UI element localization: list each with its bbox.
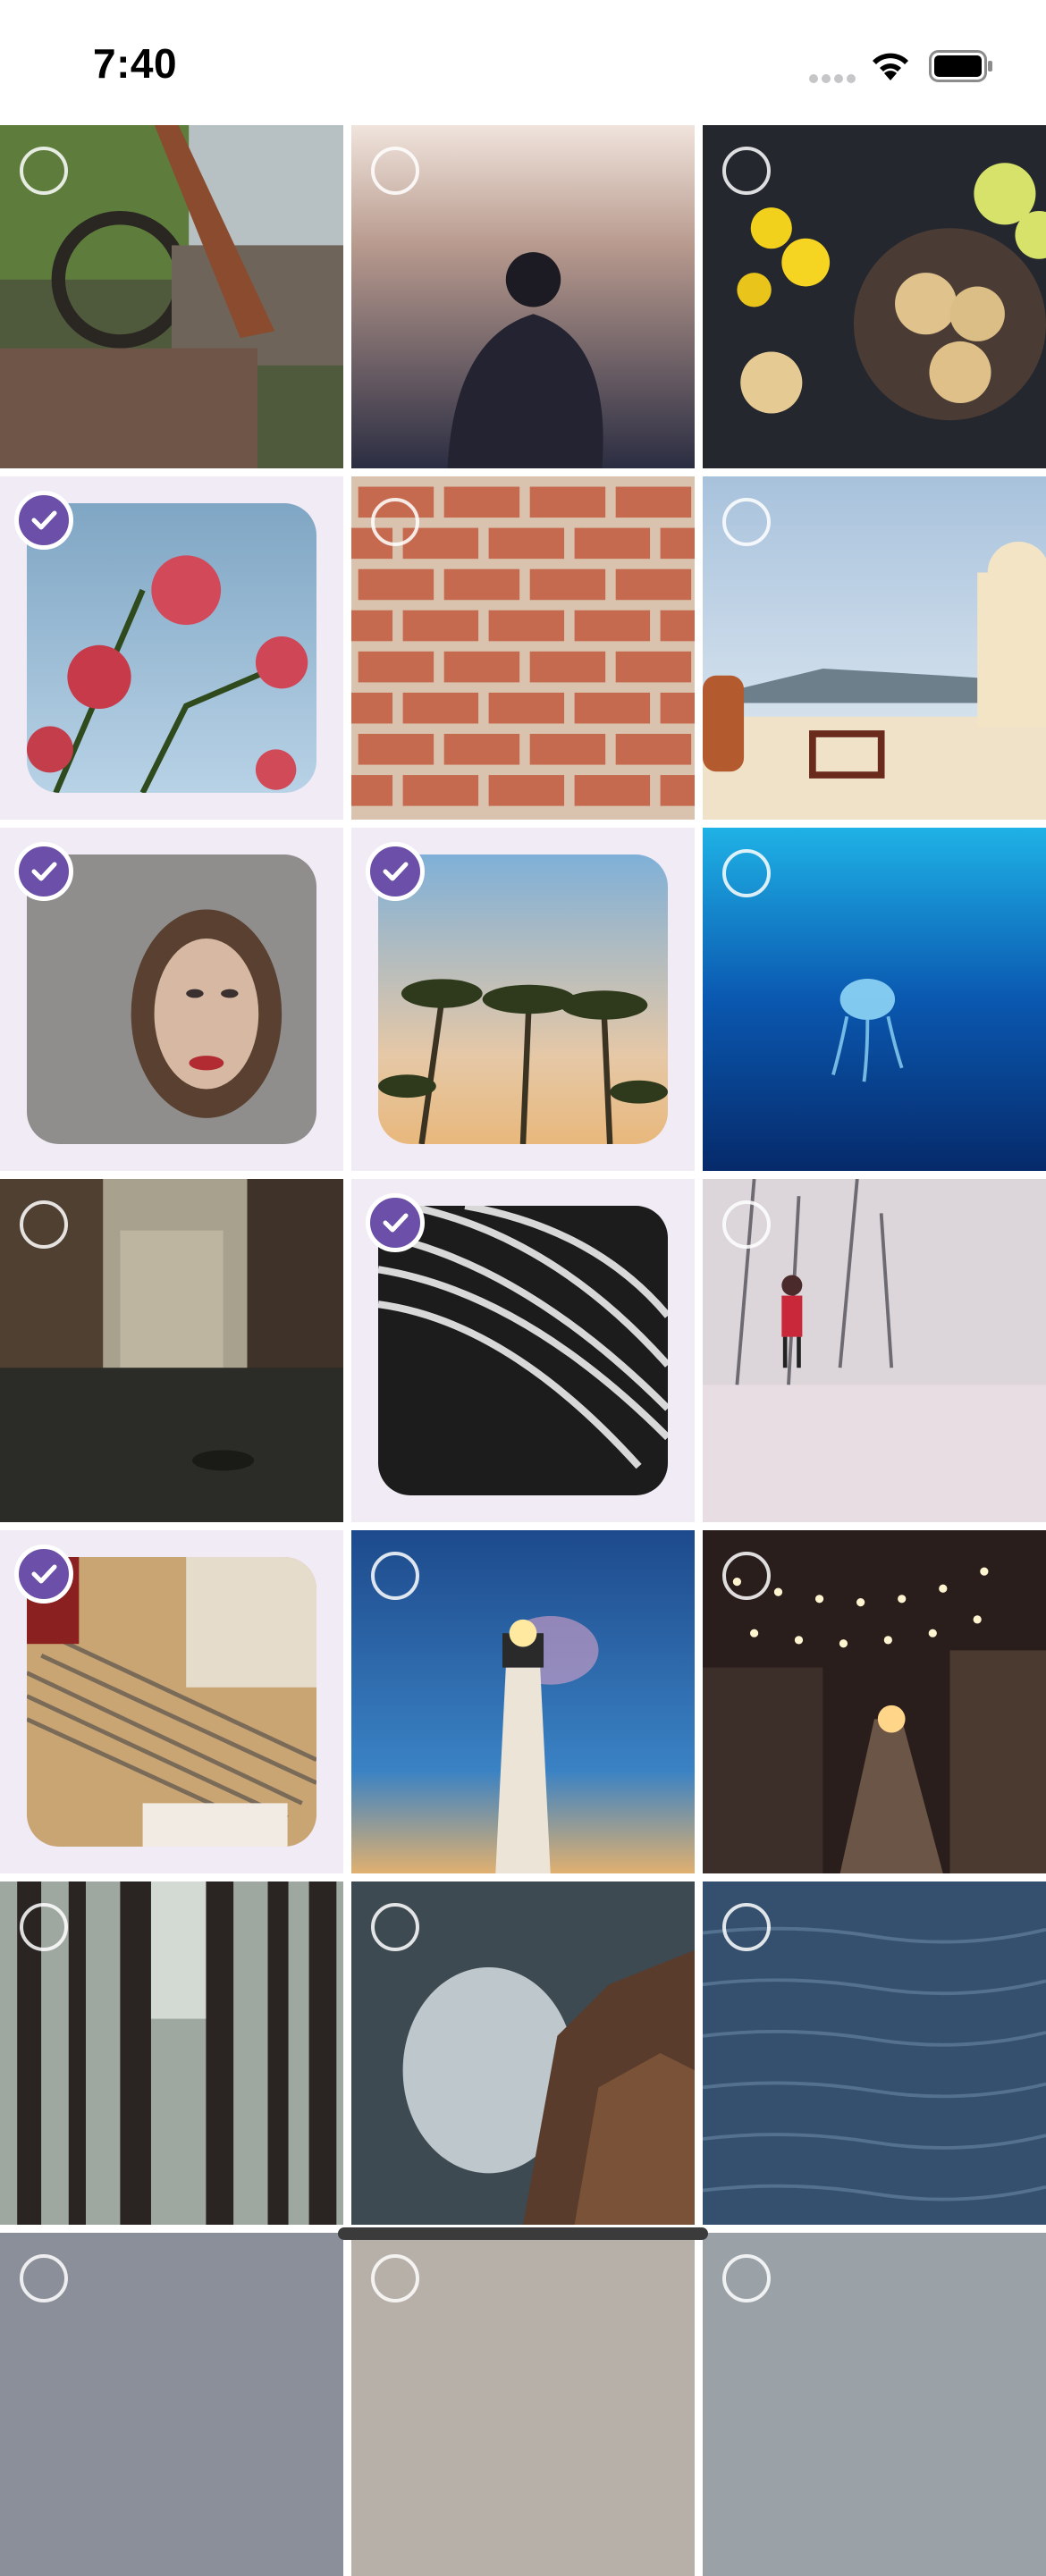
photo-cell[interactable] xyxy=(351,476,695,820)
photo-cell[interactable] xyxy=(0,1179,343,1522)
status-bar: 7:40 xyxy=(0,0,1046,125)
select-circle-icon[interactable] xyxy=(20,2254,68,2302)
select-circle-icon[interactable] xyxy=(20,1200,68,1249)
photo-cell[interactable] xyxy=(703,828,1046,1171)
select-circle-icon[interactable] xyxy=(371,147,419,195)
photo-cell[interactable] xyxy=(351,2233,695,2576)
select-circle-icon[interactable] xyxy=(20,1903,68,1951)
photo-cell[interactable] xyxy=(703,1179,1046,1522)
select-circle-icon[interactable] xyxy=(722,1200,771,1249)
photo-cell[interactable] xyxy=(703,2233,1046,2576)
select-circle-icon[interactable] xyxy=(371,2254,419,2302)
photo-thumbnail xyxy=(378,854,668,1144)
select-circle-icon[interactable] xyxy=(722,1903,771,1951)
select-circle-icon[interactable] xyxy=(722,147,771,195)
photo-cell[interactable] xyxy=(0,2233,343,2576)
selected-checkmark-icon[interactable] xyxy=(14,1545,73,1604)
photo-cell[interactable] xyxy=(703,125,1046,468)
wifi-icon xyxy=(867,48,914,88)
photo-cell[interactable] xyxy=(0,125,343,468)
select-circle-icon[interactable] xyxy=(722,1552,771,1600)
photo-cell[interactable] xyxy=(0,828,343,1171)
select-circle-icon[interactable] xyxy=(371,1552,419,1600)
select-circle-icon[interactable] xyxy=(722,2254,771,2302)
select-circle-icon[interactable] xyxy=(371,498,419,546)
photo-cell[interactable] xyxy=(351,828,695,1171)
select-circle-icon[interactable] xyxy=(722,849,771,897)
photo-thumbnail xyxy=(27,1557,316,1847)
status-time: 7:40 xyxy=(93,40,178,87)
photo-cell[interactable] xyxy=(351,1530,695,1873)
select-circle-icon[interactable] xyxy=(722,498,771,546)
select-circle-icon[interactable] xyxy=(371,1903,419,1951)
photo-cell[interactable] xyxy=(703,1530,1046,1873)
photo-cell[interactable] xyxy=(351,1881,695,2225)
photo-cell[interactable] xyxy=(0,1530,343,1873)
photo-cell[interactable] xyxy=(351,125,695,468)
select-circle-icon[interactable] xyxy=(20,147,68,195)
selected-checkmark-icon[interactable] xyxy=(366,842,425,901)
photo-cell[interactable] xyxy=(351,1179,695,1522)
photo-cell[interactable] xyxy=(703,476,1046,820)
selected-checkmark-icon[interactable] xyxy=(366,1193,425,1252)
photo-cell[interactable] xyxy=(0,1881,343,2225)
photo-thumbnail xyxy=(27,854,316,1144)
battery-icon xyxy=(929,50,993,87)
photo-thumbnail xyxy=(378,1206,668,1495)
selected-checkmark-icon[interactable] xyxy=(14,491,73,550)
photo-cell[interactable] xyxy=(0,476,343,820)
photo-thumbnail xyxy=(27,503,316,793)
selected-checkmark-icon[interactable] xyxy=(14,842,73,901)
cellular-signal-icon xyxy=(809,72,859,88)
photo-cell[interactable] xyxy=(703,1881,1046,2225)
home-indicator[interactable] xyxy=(338,2227,708,2240)
